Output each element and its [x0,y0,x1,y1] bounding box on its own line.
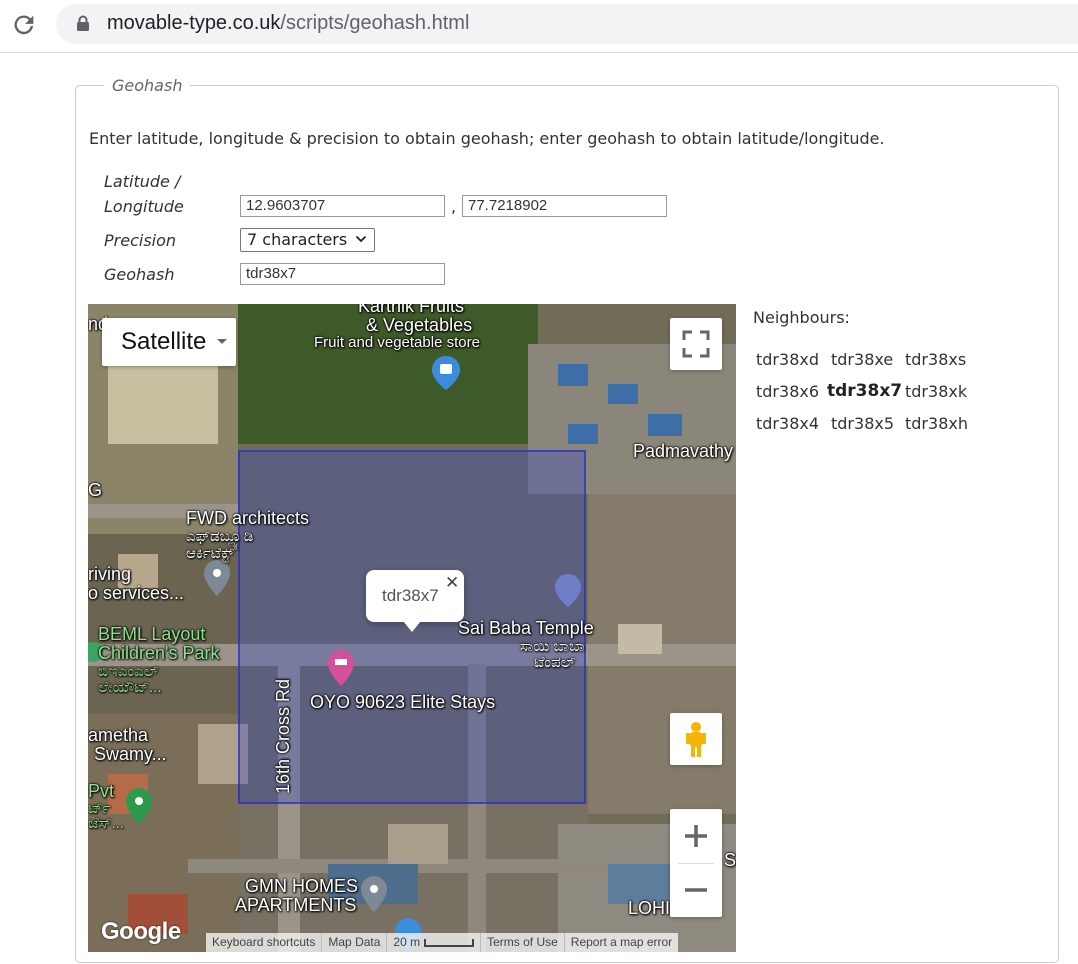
latlon-comma: , [451,197,457,216]
map-label-oyo[interactable]: OYO 90623 Elite Stays [310,692,495,713]
map-label-kartik-line2[interactable]: & Vegetables [366,315,472,336]
neighbour-n: tdr38xe [831,350,894,369]
map-type-label: Satellite [121,328,207,355]
terms-link[interactable]: Terms of Use [481,933,565,952]
zoom-out-button[interactable] [670,863,722,917]
map-label-fruit-store: Fruit and vegetable store [314,334,480,351]
precision-label: Precision [104,231,177,250]
precision-select[interactable]: 7 characters [240,228,375,252]
reload-icon[interactable] [10,11,38,39]
info-window-text: tdr38x7 [382,586,439,605]
map-label-sai-baba-kn2: ಟೆಂಪಲ್ [534,654,576,671]
map-label-padmavathy[interactable]: Padmavathy [633,441,733,462]
latlon-label-line1: Latitude / [104,172,181,191]
neighbour-s: tdr38x5 [831,414,895,433]
map-label-fwd[interactable]: FWD architects [186,508,309,529]
map-label-fwd-kn2: ಆರ್ಕಿಟೆಕ್ಟ್ [186,545,234,562]
fullscreen-button[interactable] [670,318,722,370]
url-domain: movable-type.co.uk [107,12,281,34]
lock-icon[interactable] [76,15,90,31]
scale-label: 20 m [393,935,421,949]
map-label-sai-baba-kn1: ಸಾಯಿ ಬಾಬಾ [520,638,585,655]
map[interactable]: Karthik Fruits & Vegetables Fruit and ve… [88,304,736,952]
zoom-in-button[interactable] [670,809,722,863]
url-path: /scripts/geohash.html [280,12,470,34]
chevron-down-icon [355,235,367,243]
map-label-g: G [88,480,103,500]
map-label-gmn-line1[interactable]: GMN HOMES [245,876,358,897]
scale-line [424,938,475,947]
close-icon[interactable]: ✕ [445,573,459,593]
map-label-pvt[interactable]: Pvt [88,781,114,802]
caret-down-icon [217,339,227,344]
map-label-beml-line2[interactable]: Children's Park [98,643,219,664]
neighbour-center: tdr38x7 [827,381,903,401]
neighbour-e: tdr38xk [905,382,968,401]
map-label-driving-line2[interactable]: o services... [88,583,184,604]
fullscreen-icon [682,330,710,358]
map-label-ametha-line2[interactable]: Swamy... [94,744,167,765]
plus-icon [685,825,707,847]
google-logo[interactable]: Google [101,918,181,946]
geohash-info-window: tdr38x7 ✕ [366,570,464,632]
map-label-beml-kn2: ಲೇಯೌಟ್... [98,679,162,696]
map-label-gmn-line2[interactable]: APARTMENTS [235,895,356,916]
fieldset-legend: Geohash [104,76,191,95]
neighbour-se: tdr38xh [905,414,968,433]
neighbours-title: Neighbours: [753,308,850,327]
map-label-ametha-line1[interactable]: ametha [88,725,148,746]
map-label-beml-line1[interactable]: BEML Layout [98,624,205,645]
map-label-lohi[interactable]: LOHI [628,898,670,919]
map-label-beml-kn1: ಬಿಇಎಂಎಲ್ [98,663,159,680]
map-label-16th-cross-rd: 16th Cross Rd [273,678,293,794]
map-label-fwd-kn1: ಎಫ್‌ಡಬ್ಲ್ಯೂಡಿ [186,528,254,545]
intro-text: Enter latitude, longitude & precision to… [89,129,885,148]
map-type-button[interactable]: Satellite [102,318,236,366]
zoom-control [670,809,722,917]
pegman-icon [686,722,706,757]
scale-bar[interactable]: 20 m [387,933,482,952]
report-error-link[interactable]: Report a map error [565,933,678,952]
map-label-pvt-kn2: ಜೆಸ್... [88,815,125,832]
map-attribution: Keyboard shortcuts Map Data 20 m Terms of U… [206,933,679,952]
neighbour-nw: tdr38xd [756,350,819,369]
geohash-input[interactable]: tdr38x7 [240,263,445,285]
neighbour-ne: tdr38xs [905,350,967,369]
browser-toolbar: movable-type.co.uk/scripts/geohash.html [0,0,1078,53]
minus-icon [685,888,707,892]
geohash-label: Geohash [104,265,175,284]
map-label-driving-line1[interactable]: riving [88,564,131,585]
precision-value: 7 characters [247,230,348,249]
longitude-input[interactable]: 77.7218902 [462,195,667,217]
map-data-link[interactable]: Map Data [322,933,388,952]
keyboard-shortcuts-link[interactable]: Keyboard shortcuts [206,933,323,952]
latlon-label-line2: Longitude [104,197,184,216]
neighbour-sw: tdr38x4 [756,414,820,433]
map-label-sai-baba[interactable]: Sai Baba Temple [458,618,594,639]
map-label-s: S [724,850,736,870]
info-window-tail [403,621,421,632]
street-view-pegman-button[interactable] [670,713,722,765]
url-text[interactable]: movable-type.co.uk/scripts/geohash.html [107,12,469,35]
latitude-input[interactable]: 12.9603707 [240,195,445,217]
neighbour-w: tdr38x6 [756,382,820,401]
